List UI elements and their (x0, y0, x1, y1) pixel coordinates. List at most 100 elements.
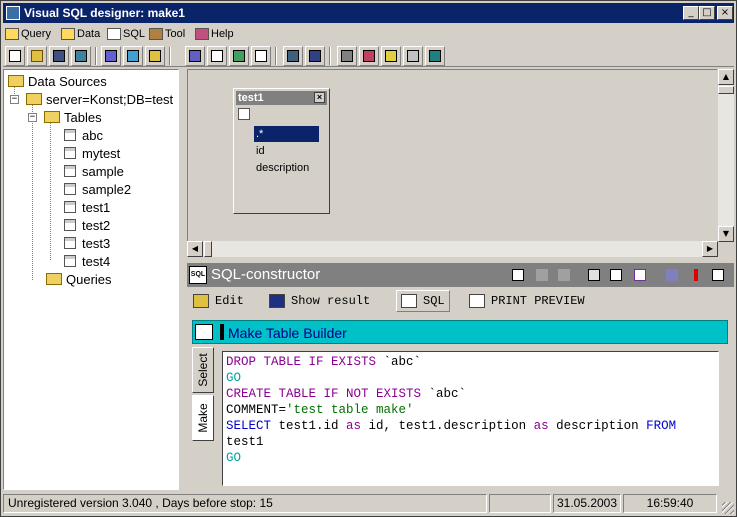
tree-table-item[interactable]: sample2 (64, 180, 131, 198)
menu-sql[interactable]: SQL (107, 26, 145, 42)
open-button[interactable] (27, 46, 47, 66)
canvas-vertical-scrollbar[interactable]: ▲ ▼ (718, 69, 734, 242)
tables-icon (149, 50, 161, 62)
sql-icon: SQL (189, 266, 207, 284)
field-all[interactable]: .* (254, 126, 319, 142)
preview-button[interactable] (607, 266, 625, 284)
query-icon (666, 269, 678, 281)
find-button[interactable] (509, 266, 527, 284)
table-icon (64, 255, 76, 267)
tree-table-label: test3 (82, 235, 111, 251)
tab-show-result[interactable]: Show result (269, 290, 370, 312)
menu-tool[interactable]: Tool (149, 26, 185, 42)
tree-table-label: mytest (82, 145, 121, 161)
side-tab-select-label: Select (196, 353, 210, 387)
exit-icon (429, 50, 441, 62)
sql-editor[interactable]: DROP TABLE IF EXISTS `abc` GO CREATE TABLE… (222, 351, 719, 486)
tree-queries[interactable]: Queries (46, 270, 112, 288)
scroll-right-button[interactable]: ▶ (702, 241, 718, 257)
status-time: 16:59:40 (623, 494, 717, 513)
canvas-horizontal-scrollbar[interactable]: ◀ ▶ (187, 241, 718, 257)
tree-table-item[interactable]: mytest (64, 144, 120, 162)
tree-root[interactable]: Data Sources (8, 72, 107, 90)
query-button[interactable] (185, 46, 205, 66)
book-button[interactable] (359, 46, 379, 66)
forward-button[interactable] (555, 266, 573, 284)
title-bar[interactable]: Visual SQL designer: make1 _ □ × (3, 3, 734, 23)
import-button[interactable] (229, 46, 249, 66)
tree-table-item[interactable]: test2 (64, 216, 110, 234)
table-widget[interactable]: test1 × .* id description (233, 88, 330, 214)
close-button[interactable]: × (717, 6, 733, 20)
tab-edit[interactable]: Edit (193, 290, 244, 312)
app-icon (6, 6, 20, 20)
table-widget-title[interactable]: test1 × (236, 91, 327, 105)
connect-button[interactable] (101, 46, 121, 66)
scroll-left-button[interactable]: ◀ (187, 241, 203, 257)
refresh-button[interactable] (123, 46, 143, 66)
tree-table-label: sample2 (82, 181, 132, 197)
print-button[interactable] (585, 266, 603, 284)
exit-button[interactable] (425, 46, 445, 66)
lock-icon (407, 50, 419, 62)
tree-table-item[interactable]: test3 (64, 234, 110, 252)
help-button[interactable] (381, 46, 401, 66)
field-description[interactable]: description (254, 160, 319, 176)
tree-table-label: test1 (82, 199, 111, 215)
query-run-button[interactable] (663, 266, 681, 284)
tab-print-preview[interactable]: PRINT PREVIEW (469, 290, 585, 312)
scroll-thumb[interactable] (718, 86, 734, 94)
close-icon[interactable]: × (314, 92, 325, 103)
sql-token: GO (226, 451, 242, 465)
tree-table-item[interactable]: test1 (64, 198, 110, 216)
tables-button[interactable] (145, 46, 165, 66)
filter-button[interactable] (283, 46, 303, 66)
new-file-icon (9, 50, 21, 62)
side-tab-make[interactable]: Make (192, 395, 214, 441)
minimize-button[interactable]: _ (683, 6, 699, 20)
save-all-button[interactable] (71, 46, 91, 66)
data-sources-tree[interactable]: Data Sources − server=Konst;DB=test − Ta… (3, 69, 179, 490)
side-tab-make-label: Make (196, 403, 210, 433)
save-button[interactable] (49, 46, 69, 66)
expand-toggle[interactable]: − (10, 95, 19, 104)
menu-sql-label: SQL (123, 28, 146, 40)
expand-toggle[interactable]: − (28, 113, 37, 122)
tab-sql[interactable]: SQL (396, 290, 450, 312)
tree-tables[interactable]: Tables (44, 108, 102, 126)
execute-button[interactable] (687, 266, 705, 284)
menu-data[interactable]: Data (61, 26, 100, 42)
sql-token: CREATE TABLE IF NOT EXISTS (226, 387, 422, 401)
tab-show-result-label: Show result (291, 294, 371, 308)
field-id[interactable]: id (254, 143, 319, 159)
resize-grip[interactable] (722, 502, 734, 514)
tree-server[interactable]: server=Konst;DB=test (26, 90, 173, 108)
menu-help[interactable]: Help (195, 26, 234, 42)
properties-button[interactable] (337, 46, 357, 66)
window-button[interactable] (709, 266, 727, 284)
arrow-right-icon (558, 269, 570, 281)
page-button[interactable] (631, 266, 649, 284)
tree-table-item[interactable]: test4 (64, 252, 110, 270)
import-icon (233, 50, 245, 62)
sql-line: CREATE TABLE IF NOT EXISTS `abc` (226, 386, 715, 402)
maximize-button[interactable]: □ (699, 6, 715, 20)
new-button[interactable] (5, 46, 25, 66)
tree-table-item[interactable]: abc (64, 126, 103, 144)
lock-button[interactable] (403, 46, 423, 66)
sql-line: GO (226, 370, 715, 386)
scroll-up-button[interactable]: ▲ (718, 69, 734, 85)
back-button[interactable] (533, 266, 551, 284)
scroll-thumb[interactable] (204, 241, 212, 257)
side-tab-select[interactable]: Select (192, 347, 214, 393)
refresh-icon (127, 50, 139, 62)
table-widget-title-text: test1 (238, 92, 264, 104)
menu-query[interactable]: Query (5, 26, 51, 42)
sql-select-button[interactable] (207, 46, 227, 66)
align-button[interactable] (305, 46, 325, 66)
scroll-down-button[interactable]: ▼ (718, 226, 734, 242)
table-icon (64, 219, 76, 231)
tree-table-item[interactable]: sample (64, 162, 124, 180)
data-icon (61, 28, 75, 40)
sql-button[interactable] (251, 46, 271, 66)
